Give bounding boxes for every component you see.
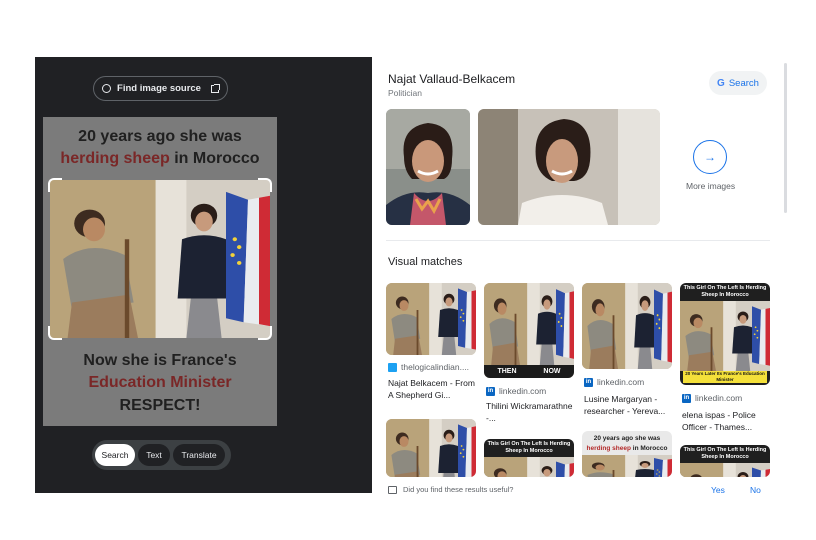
now-label: NOW	[543, 368, 561, 375]
image-banner-top: This Girl On The Left Is Herding Sheep I…	[487, 441, 571, 454]
arrow-right-icon: →	[704, 150, 716, 164]
meme-top-line1: 20 years ago she was	[78, 128, 242, 145]
visual-match-source-3[interactable]: in linkedin.com	[584, 377, 644, 387]
feedback-text: Did you find these results useful?	[403, 485, 514, 494]
tab-text[interactable]: Text	[138, 444, 170, 466]
visual-match-caption-4[interactable]: elena ispas - Police Officer - Thames...	[682, 409, 774, 433]
visual-match-image-8[interactable]: This Girl On The Left Is Herding Sheep I…	[680, 445, 770, 477]
portrait-image	[386, 109, 470, 225]
match-thumbnail	[484, 283, 574, 365]
then-label: THEN	[497, 368, 517, 375]
scrollbar[interactable]	[784, 63, 787, 213]
visual-match-image-4[interactable]: This Girl On The Left Is Herding Sheep I…	[680, 283, 770, 385]
visual-match-image-5[interactable]	[386, 419, 476, 477]
meme-bottom-line3: RESPECT!	[119, 397, 201, 414]
thumbnail-text-line1: 20 years ago she was	[593, 435, 661, 442]
query-image[interactable]: 20 years ago she was herding sheep in Mo…	[43, 117, 277, 426]
source-label: thelogicalindian....	[401, 362, 470, 372]
portrait-image	[478, 109, 660, 225]
visual-match-image-3[interactable]	[582, 283, 672, 369]
match-thumbnail	[386, 283, 476, 355]
thumbnail-text-rest: in Morocco	[630, 445, 668, 452]
visual-matches-title: Visual matches	[388, 256, 463, 268]
thumbnail-red-text: herding sheep	[586, 445, 631, 452]
crop-handle-bl[interactable]	[48, 326, 62, 340]
visual-match-caption-3[interactable]: Lusine Margaryan - researcher - Yereva..…	[584, 393, 676, 417]
image-banner-top: This Girl On The Left Is Herding Sheep I…	[683, 447, 767, 460]
lens-icon	[102, 84, 112, 93]
match-thumbnail	[582, 283, 672, 369]
lens-panel: Find image source 20 years ago she was h…	[35, 57, 372, 493]
visual-match-caption-2[interactable]: Thilini Wickramarathne -...	[486, 400, 576, 424]
image-banner-bottom: 20 Years Later Its France's Education Mi…	[683, 371, 767, 383]
then-now-banner: THEN NOW	[484, 365, 574, 378]
tab-search[interactable]: Search	[95, 444, 135, 466]
find-image-source-label: Find image source	[117, 83, 201, 94]
linkedin-icon: in	[682, 393, 691, 403]
more-images-button[interactable]: →	[693, 140, 727, 174]
meme-photo-image	[50, 180, 270, 338]
match-thumbnail	[680, 463, 770, 477]
feedback-no-button[interactable]: No	[750, 485, 761, 495]
google-search-label: Search	[728, 77, 759, 89]
crop-handle-tr[interactable]	[258, 178, 272, 192]
meme-red-text: herding sheep	[60, 150, 170, 167]
meme-top-line2-rest: in Morocco	[169, 150, 260, 167]
linkedin-icon: in	[584, 377, 593, 387]
visual-match-caption-1[interactable]: Najat Belkacem - From A Shepherd Gi...	[388, 377, 478, 401]
visual-match-source-1[interactable]: thelogicalindian....	[388, 362, 469, 372]
crop-handle-tl[interactable]	[48, 178, 62, 192]
meme-bottom-line2: Education Minister	[88, 374, 232, 391]
visual-match-source-4[interactable]: in linkedin.com	[682, 393, 742, 403]
match-thumbnail	[680, 301, 770, 371]
site-favicon-icon	[388, 362, 397, 372]
tab-translate[interactable]: Translate	[173, 444, 225, 466]
find-image-source-button[interactable]: Find image source	[93, 76, 228, 101]
more-images-label[interactable]: More images	[686, 181, 735, 191]
feedback-yes-button[interactable]: Yes	[711, 485, 725, 495]
divider	[386, 240, 770, 241]
entity-name[interactable]: Najat Vallaud-Belkacem	[388, 72, 515, 86]
entity-photo-1[interactable]	[386, 109, 470, 225]
source-label: linkedin.com	[695, 393, 743, 403]
results-panel: Najat Vallaud-Belkacem Politician G Sear…	[372, 57, 788, 495]
google-icon: G	[717, 77, 725, 89]
crop-handle-br[interactable]	[258, 326, 272, 340]
linkedin-icon: in	[486, 386, 495, 396]
feedback-question: Did you find these results useful?	[388, 485, 513, 494]
entity-subtitle: Politician	[388, 88, 423, 98]
visual-match-image-1[interactable]	[386, 283, 476, 355]
source-label: linkedin.com	[597, 377, 645, 387]
meme-top-line2: herding sheep in Morocco	[43, 148, 277, 170]
thumbnail-text-line2: herding sheep in Morocco	[582, 445, 672, 452]
visual-match-image-2[interactable]: THEN NOW	[484, 283, 574, 378]
image-banner-top: This Girl On The Left Is Herding Sheep I…	[683, 285, 767, 298]
mode-selector: Search Text Translate	[92, 440, 231, 470]
open-external-icon	[210, 83, 220, 93]
match-thumbnail	[484, 457, 574, 477]
visual-match-image-6[interactable]: This Girl On The Left Is Herding Sheep I…	[484, 439, 574, 477]
meme-bottom-line1: Now she is France's	[83, 352, 237, 369]
source-label: linkedin.com	[499, 386, 547, 396]
selected-region[interactable]	[50, 180, 270, 338]
entity-photo-2[interactable]	[478, 109, 660, 225]
feedback-icon	[388, 485, 397, 494]
match-thumbnail	[386, 419, 476, 477]
match-thumbnail	[582, 455, 672, 477]
google-search-button[interactable]: G Search	[709, 71, 767, 95]
visual-match-source-2[interactable]: in linkedin.com	[486, 386, 546, 396]
visual-match-image-7[interactable]: 20 years ago she was herding sheep in Mo…	[582, 431, 672, 477]
